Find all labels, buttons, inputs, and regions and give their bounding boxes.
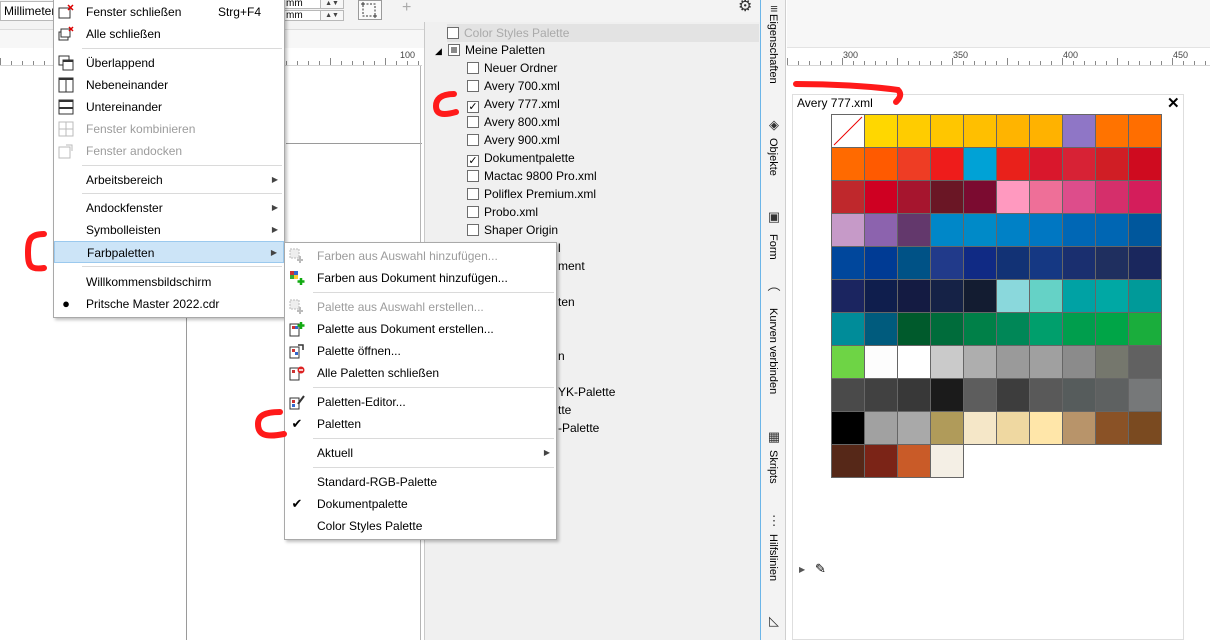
annotation-mark-farbpaletten (24, 231, 47, 272)
annotation-layer (24, 81, 904, 439)
annotation-mark-palette-title (793, 81, 904, 105)
annotation-mark-paletten (254, 409, 287, 439)
app-window: Millimeter mm mm ▲▼ ▲▼ + 100 Color Style… (0, 0, 1210, 640)
annotation-mark-avery777 (432, 91, 459, 117)
